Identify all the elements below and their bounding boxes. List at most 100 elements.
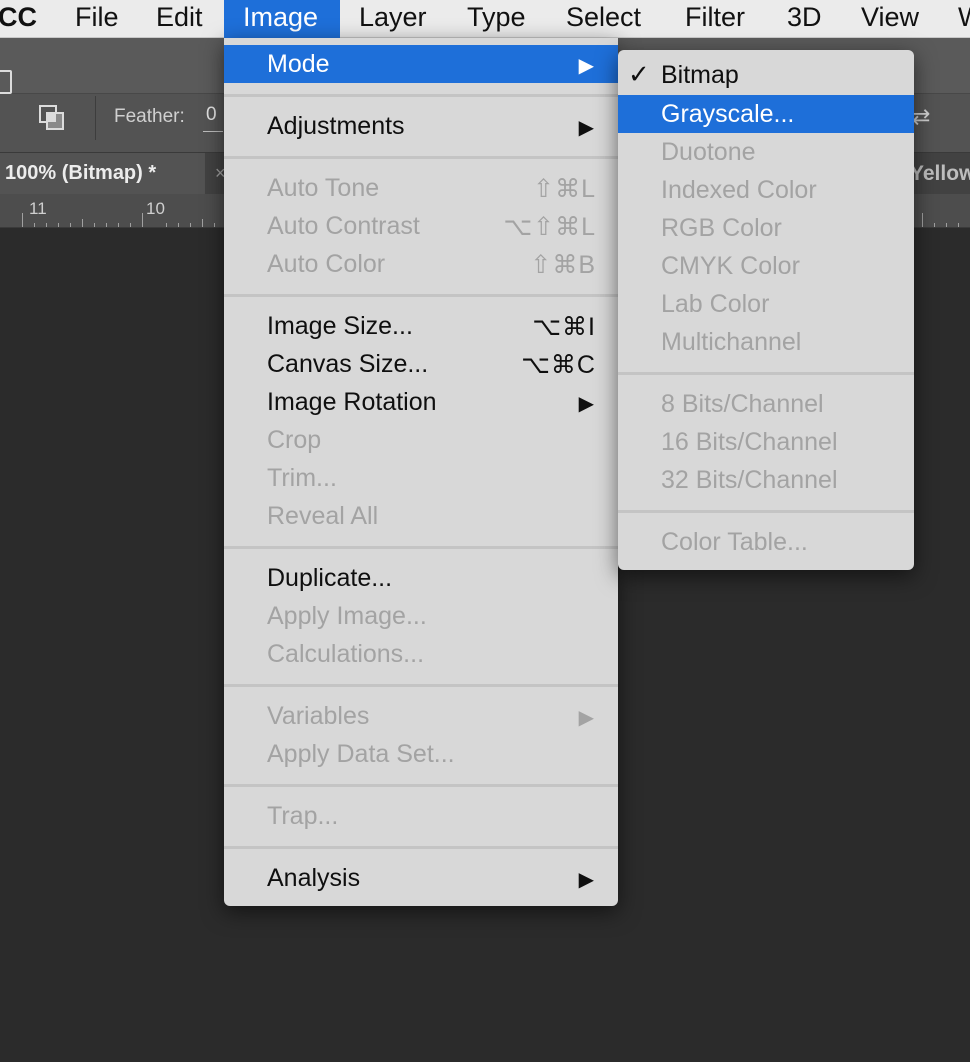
menu-item-duplicate[interactable]: Duplicate... [224, 559, 618, 597]
menu-item-label: Trap... [267, 802, 339, 830]
menu-separator [224, 684, 618, 687]
feather-input[interactable]: 0 [203, 104, 223, 132]
menu-item-cmyk-color: CMYK Color [618, 247, 914, 285]
menu-item-image-size[interactable]: Image Size... ⌥⌘I [224, 307, 618, 345]
menubar-item-app[interactable]: CC [0, 0, 37, 38]
menu-item-image-rotation[interactable]: Image Rotation ▶ [224, 383, 618, 421]
swap-arrows-icon[interactable]: ⇄ [912, 104, 930, 130]
menu-item-label: Bitmap [661, 61, 739, 89]
menu-item-multichannel: Multichannel [618, 323, 914, 361]
menu-item-trap: Trap... [224, 797, 618, 835]
menu-item-label: Adjustments [267, 112, 405, 140]
menu-item-8-bits: 8 Bits/Channel [618, 385, 914, 423]
feather-label: Feather: [114, 106, 185, 127]
menu-item-bitmap[interactable]: ✓ Bitmap [618, 56, 914, 94]
ruler-tick [22, 213, 23, 227]
menu-item-label: Canvas Size... [267, 350, 429, 378]
ruler-tick [130, 223, 131, 227]
menu-item-label: Grayscale... [661, 100, 795, 128]
menu-separator [224, 94, 618, 97]
menu-item-label: RGB Color [661, 214, 782, 242]
ruler-tick [178, 223, 179, 227]
menu-item-crop: Crop [224, 421, 618, 459]
ruler-tick [202, 219, 203, 227]
menu-item-shortcut: ⌥⌘I [532, 313, 596, 341]
menu-item-label: Crop [267, 426, 322, 454]
menu-item-label: Image Size... [267, 312, 413, 340]
ruler-tick [106, 223, 107, 227]
ruler-label: 11 [29, 199, 47, 218]
submenu-arrow-icon: ▶ [578, 55, 594, 77]
menu-item-apply-data-set: Apply Data Set... [224, 735, 618, 773]
submenu-arrow-icon: ▶ [578, 393, 594, 415]
menu-bar: CC File Edit Image Layer Type Select Fil… [0, 0, 970, 38]
menu-item-label: Auto Tone [267, 174, 380, 202]
menu-item-label: Calculations... [267, 640, 425, 668]
menu-item-label: Mode [267, 50, 330, 78]
menu-item-16-bits: 16 Bits/Channel [618, 423, 914, 461]
menu-item-reveal-all: Reveal All [224, 497, 618, 535]
ruler-tick [82, 219, 83, 227]
mode-submenu: ✓ Bitmap Grayscale... Duotone Indexed Co… [618, 50, 914, 570]
options-divider [95, 96, 96, 140]
menu-item-calculations: Calculations... [224, 635, 618, 673]
ruler-tick [46, 223, 47, 227]
menu-item-label: Trim... [267, 464, 337, 492]
menubar-item-view[interactable]: View [861, 0, 919, 38]
submenu-arrow-icon: ▶ [578, 707, 594, 729]
ruler-label: 10 [146, 199, 165, 218]
menu-item-canvas-size[interactable]: Canvas Size... ⌥⌘C [224, 345, 618, 383]
menubar-item-layer[interactable]: Layer [359, 0, 427, 38]
menubar-item-type[interactable]: Type [467, 0, 526, 38]
menu-item-label: Duplicate... [267, 564, 393, 592]
menu-item-label: 32 Bits/Channel [661, 466, 838, 494]
menu-separator [224, 156, 618, 159]
submenu-arrow-icon: ▶ [578, 869, 594, 891]
ruler-tick [946, 223, 947, 227]
menu-item-analysis[interactable]: Analysis ▶ [224, 859, 618, 897]
document-tab[interactable]: 100% (Bitmap) * [0, 153, 205, 194]
ruler-tick [214, 223, 215, 227]
menu-item-label: 8 Bits/Channel [661, 390, 824, 418]
menubar-item-3d[interactable]: 3D [787, 0, 822, 38]
ruler-tick [34, 223, 35, 227]
ruler-tick [94, 223, 95, 227]
document-tab-next[interactable]: Yellow [910, 162, 970, 186]
menu-separator [224, 546, 618, 549]
intersect-selection-icon[interactable] [38, 104, 66, 137]
menu-item-label: Duotone [661, 138, 756, 166]
menu-item-shortcut: ⇧⌘L [533, 175, 596, 203]
menu-item-adjustments[interactable]: Adjustments ▶ [224, 107, 618, 145]
menubar-item-image[interactable]: Image [224, 0, 340, 38]
menu-item-32-bits: 32 Bits/Channel [618, 461, 914, 499]
menu-item-grayscale[interactable]: Grayscale... [618, 95, 914, 133]
photoshop-window: CC File Edit Image Layer Type Select Fil… [0, 0, 970, 1062]
menubar-item-window[interactable]: W [958, 0, 970, 38]
menubar-item-filter[interactable]: Filter [685, 0, 745, 38]
menu-item-auto-contrast: Auto Contrast ⌥⇧⌘L [224, 207, 618, 245]
menubar-item-file[interactable]: File [75, 0, 119, 38]
menu-item-label: Multichannel [661, 328, 802, 356]
selection-mode-icon[interactable] [0, 70, 12, 94]
submenu-arrow-icon: ▶ [578, 117, 594, 139]
menu-item-color-table: Color Table... [618, 523, 914, 561]
menu-separator [618, 510, 914, 513]
menu-item-shortcut: ⇧⌘B [530, 251, 596, 279]
menu-item-label: Reveal All [267, 502, 379, 530]
menubar-item-select[interactable]: Select [566, 0, 641, 38]
document-tab-title: 100% (Bitmap) * [5, 162, 157, 184]
ruler-tick [922, 213, 923, 227]
menu-item-label: Variables [267, 702, 370, 730]
menu-item-label: 16 Bits/Channel [661, 428, 838, 456]
menubar-item-edit[interactable]: Edit [156, 0, 203, 38]
menu-item-duotone: Duotone [618, 133, 914, 171]
ruler-tick [118, 223, 119, 227]
menu-item-shortcut: ⌥⇧⌘L [503, 213, 596, 241]
menu-item-trim: Trim... [224, 459, 618, 497]
menu-item-label: Apply Data Set... [267, 740, 455, 768]
menu-item-mode[interactable]: Mode ▶ [224, 45, 618, 83]
menu-item-label: Analysis [267, 864, 361, 892]
ruler-tick [958, 223, 959, 227]
menu-item-auto-tone: Auto Tone ⇧⌘L [224, 169, 618, 207]
ruler-tick [934, 223, 935, 227]
